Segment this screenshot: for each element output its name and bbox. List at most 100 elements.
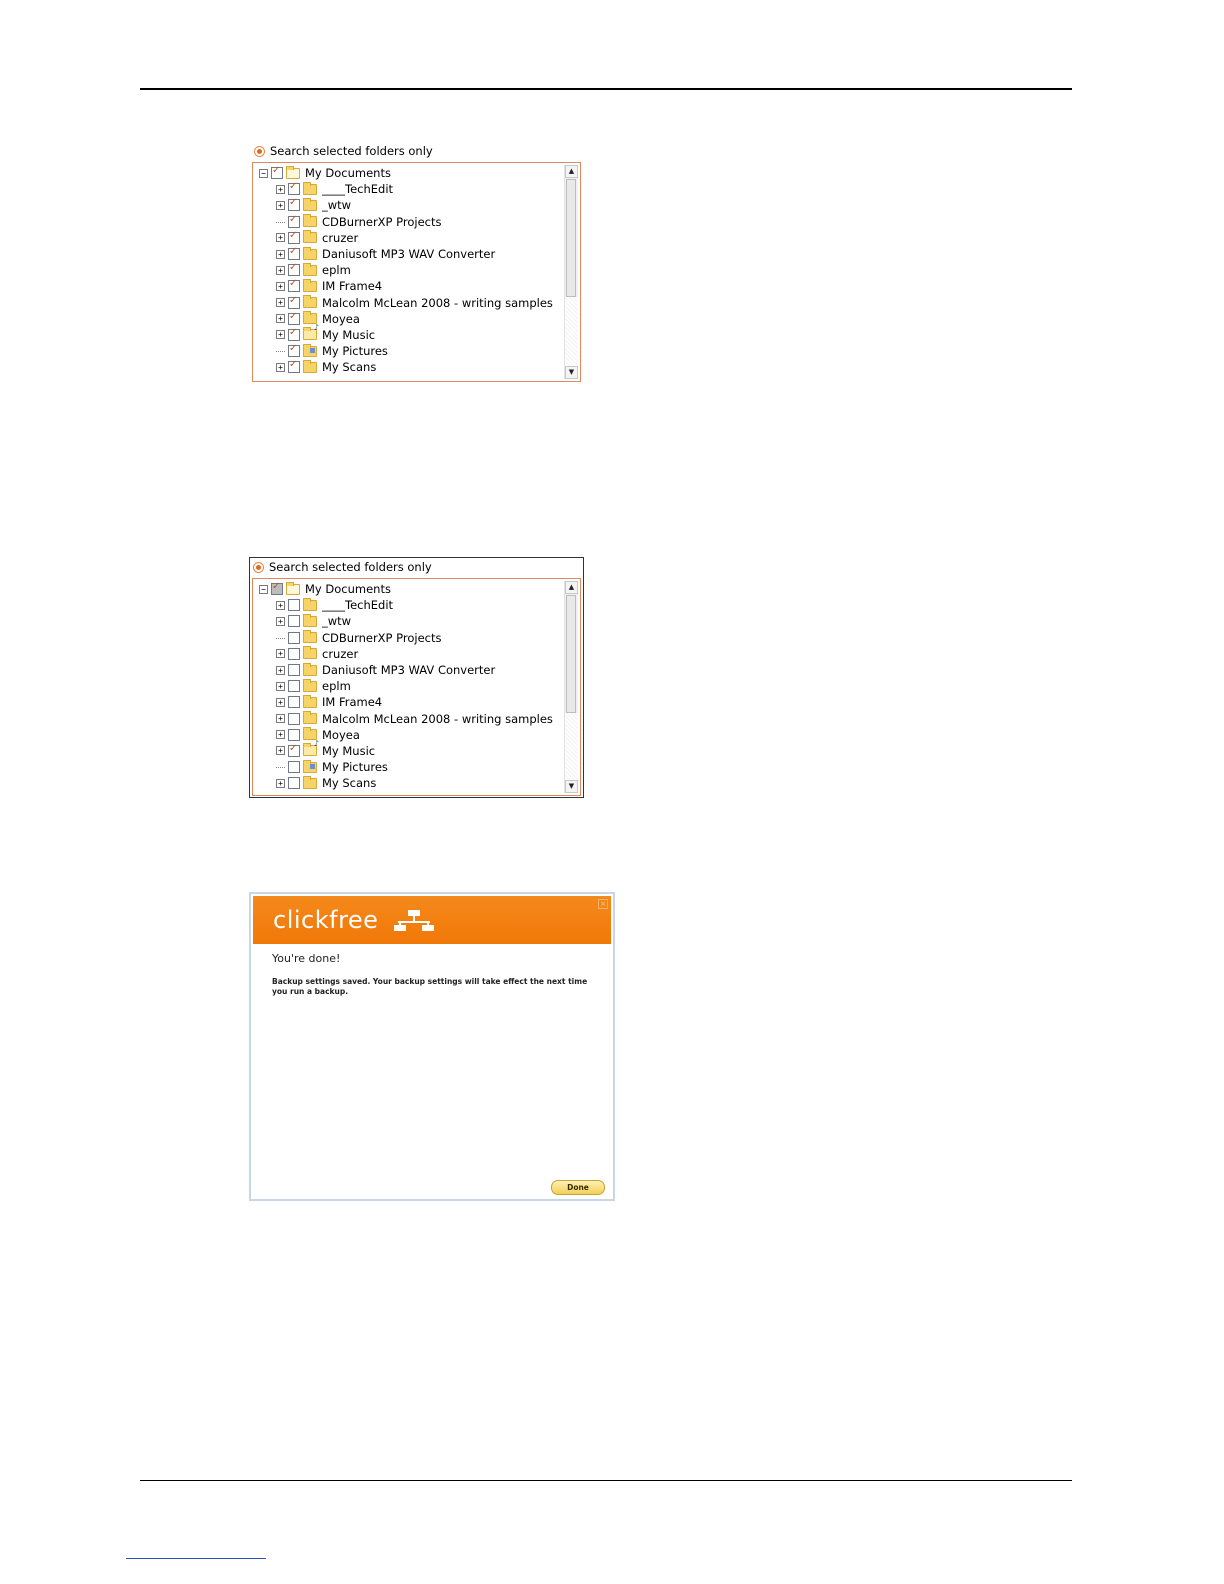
checkbox[interactable]: [288, 615, 300, 628]
tree-row[interactable]: + Moyea: [276, 727, 564, 743]
tree-row[interactable]: + eplm: [276, 678, 564, 694]
scroll-up-icon[interactable]: ▲: [565, 581, 578, 594]
expand-icon[interactable]: +: [276, 714, 285, 724]
done-button[interactable]: Done: [551, 1180, 605, 1195]
expand-icon[interactable]: +: [276, 665, 285, 675]
tree-row[interactable]: + Daniusoft MP3 WAV Converter: [276, 662, 564, 678]
tree-row[interactable]: + ____TechEdit: [276, 597, 564, 613]
radio-button-icon[interactable]: [254, 145, 265, 157]
checkbox[interactable]: [288, 343, 300, 358]
checkbox[interactable]: [288, 664, 300, 677]
checkbox[interactable]: [288, 311, 300, 325]
expand-icon[interactable]: +: [276, 314, 285, 324]
checkbox[interactable]: [288, 278, 300, 293]
tree-row[interactable]: + Malcolm McLean 2008 - writing samples: [276, 711, 564, 727]
close-icon[interactable]: ×: [598, 899, 608, 909]
expand-icon[interactable]: +: [276, 730, 285, 740]
tree-item-label: ____TechEdit: [322, 182, 394, 197]
tree-row[interactable]: + My Scans: [276, 359, 564, 375]
tree-row[interactable]: + Malcolm McLean 2008 - writing samples: [276, 295, 564, 311]
tree-row[interactable]: + _wtw: [276, 197, 564, 213]
checkbox[interactable]: [288, 246, 300, 261]
tree-row[interactable]: My Pictures: [276, 343, 564, 359]
tree-row[interactable]: + _wtw: [276, 613, 564, 629]
radio-button-icon[interactable]: [253, 561, 264, 573]
checkbox[interactable]: [288, 712, 300, 725]
scroll-thumb[interactable]: [566, 179, 576, 297]
tree-row[interactable]: + My Scans: [276, 775, 564, 791]
expand-icon[interactable]: +: [276, 330, 285, 340]
scroll-down-icon[interactable]: ▼: [565, 366, 578, 379]
expand-icon[interactable]: +: [276, 778, 285, 788]
tree-row[interactable]: + cruzer: [276, 230, 564, 246]
tree-row[interactable]: CDBurnerXP Projects: [276, 630, 564, 646]
checkbox[interactable]: [288, 728, 300, 741]
checkbox[interactable]: [271, 581, 283, 596]
tree-row[interactable]: + IM Frame4: [276, 278, 564, 294]
scroll-down-icon[interactable]: ▼: [565, 780, 578, 793]
tree-item-label: My Scans: [322, 360, 377, 375]
clickfree-dialog: × clickfree You're done! Backup settings…: [249, 892, 615, 1201]
checkbox[interactable]: [288, 262, 300, 277]
checkbox[interactable]: [288, 197, 300, 212]
scroll-thumb[interactable]: [566, 595, 576, 713]
expand-icon[interactable]: +: [276, 362, 285, 372]
pictures-folder-icon: [303, 343, 317, 357]
checkbox[interactable]: [288, 214, 300, 228]
tree-row-root[interactable]: − My Documents: [259, 165, 564, 181]
search-selected-folders-radio[interactable]: Search selected folders only: [253, 559, 432, 575]
tree-row[interactable]: + Daniusoft MP3 WAV Converter: [276, 246, 564, 262]
expand-icon[interactable]: +: [276, 298, 285, 308]
checkbox[interactable]: [288, 327, 300, 341]
checkbox[interactable]: [288, 777, 300, 790]
tree-item-label: Daniusoft MP3 WAV Converter: [322, 247, 496, 262]
collapse-icon[interactable]: −: [259, 168, 268, 178]
checkbox[interactable]: [288, 680, 300, 693]
scroll-track[interactable]: [565, 297, 578, 366]
checkbox[interactable]: [288, 696, 300, 709]
checkbox[interactable]: [288, 761, 300, 774]
search-selected-folders-radio[interactable]: Search selected folders only: [254, 143, 433, 159]
expand-icon[interactable]: +: [276, 200, 285, 210]
tree-row[interactable]: + ____TechEdit: [276, 181, 564, 197]
scroll-up-icon[interactable]: ▲: [565, 165, 578, 178]
expand-icon[interactable]: +: [276, 233, 285, 243]
expand-icon[interactable]: +: [276, 681, 285, 691]
tree-row[interactable]: + My Music: [276, 323, 564, 343]
scroll-track[interactable]: [565, 713, 578, 780]
checkbox[interactable]: [271, 165, 283, 180]
expand-icon[interactable]: +: [276, 184, 285, 194]
tree-row[interactable]: + eplm: [276, 262, 564, 278]
tree-row-root[interactable]: − My Documents: [259, 581, 564, 597]
tree-row[interactable]: My Pictures: [276, 759, 564, 775]
tree-row[interactable]: CDBurnerXP Projects: [276, 214, 564, 230]
dialog-header: × clickfree: [253, 896, 611, 944]
checkbox[interactable]: [288, 647, 300, 660]
tree-row[interactable]: + My Music: [276, 739, 564, 759]
expand-icon[interactable]: +: [276, 746, 285, 756]
checkbox[interactable]: [288, 359, 300, 374]
expand-icon[interactable]: +: [276, 616, 285, 626]
tree-scrollbar[interactable]: ▲ ▼: [564, 165, 578, 379]
expand-icon[interactable]: +: [276, 265, 285, 275]
expand-icon[interactable]: +: [276, 697, 285, 707]
checkbox[interactable]: [288, 631, 300, 644]
collapse-icon[interactable]: −: [259, 584, 268, 594]
tree-row[interactable]: + IM Frame4: [276, 694, 564, 710]
tree-item-label: Daniusoft MP3 WAV Converter: [322, 663, 496, 678]
tree-item-label: Malcolm McLean 2008 - writing samples: [322, 295, 553, 310]
expand-icon[interactable]: +: [276, 249, 285, 259]
checkbox[interactable]: [288, 181, 300, 196]
expand-icon[interactable]: +: [276, 649, 285, 659]
checkbox[interactable]: [288, 599, 300, 612]
expand-icon[interactable]: +: [276, 600, 285, 610]
checkbox[interactable]: [288, 295, 300, 309]
tree-row[interactable]: + cruzer: [276, 646, 564, 662]
checkbox[interactable]: [288, 743, 300, 757]
checkbox[interactable]: [288, 230, 300, 244]
tree-scrollbar[interactable]: ▲ ▼: [564, 581, 578, 793]
dialog-message: Backup settings saved. Your backup setti…: [272, 977, 588, 996]
tree-item-label: Moyea: [322, 311, 360, 326]
tree-row[interactable]: + Moyea: [276, 311, 564, 327]
expand-icon[interactable]: +: [276, 281, 285, 291]
